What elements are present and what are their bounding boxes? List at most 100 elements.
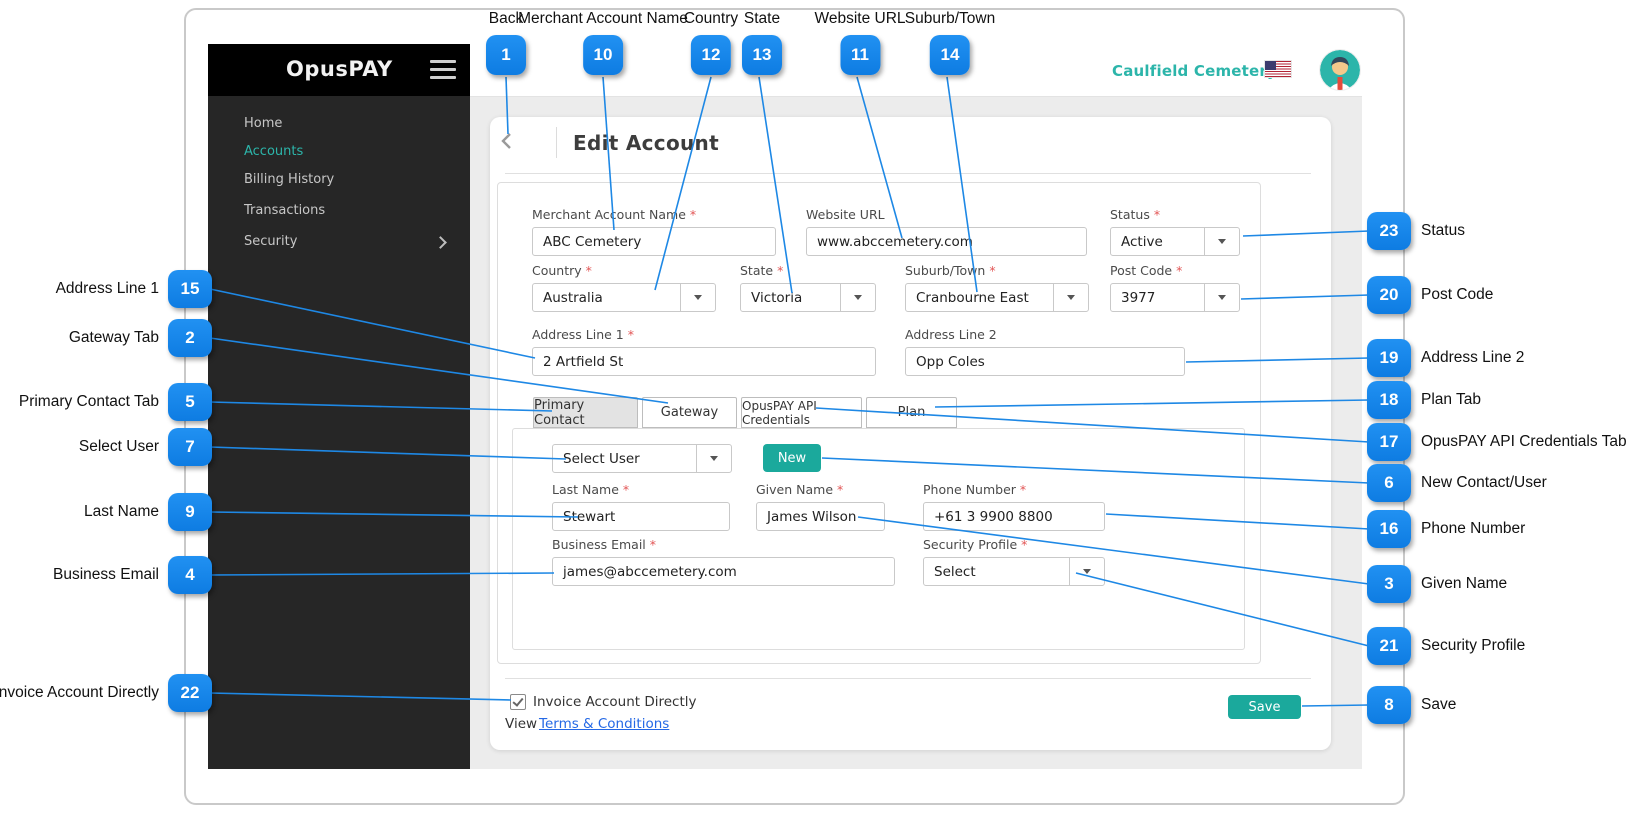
callout-address-line-1: Address Line 1 15 — [56, 270, 212, 308]
given-name-input[interactable]: James Wilson — [756, 502, 885, 531]
address-line-2-field: Address Line 2 Opp Coles — [905, 327, 1185, 376]
tab-api-credentials[interactable]: OpusPAY API Credentials — [741, 397, 862, 428]
user-avatar[interactable] — [1320, 50, 1360, 90]
invoice-directly-checkbox[interactable] — [510, 694, 526, 710]
callout-save: 8 Save — [1367, 686, 1456, 724]
callout-badge-2: 2 — [168, 319, 212, 357]
business-email-input[interactable]: james@abccemetery.com — [552, 557, 895, 586]
suburb-town-field: Suburb/Town* Cranbourne East — [905, 263, 1089, 312]
check-icon — [512, 695, 523, 707]
merchant-account-name-input[interactable]: ABC Cemetery — [532, 227, 776, 256]
post-code-select[interactable]: 3977 — [1110, 283, 1240, 312]
required-asterisk: * — [623, 482, 629, 497]
tab-gateway[interactable]: Gateway — [642, 397, 737, 428]
dropdown-arrow-icon[interactable] — [680, 284, 715, 311]
view-text: View — [505, 716, 537, 732]
sidebar-item-security[interactable]: Security — [244, 234, 444, 252]
callout-badge-9: 9 — [168, 493, 212, 531]
dropdown-arrow-icon[interactable] — [696, 445, 731, 472]
callout-badge-7: 7 — [168, 428, 212, 466]
back-button[interactable] — [499, 131, 517, 151]
title-divider — [556, 127, 557, 158]
last-name-field: Last Name* Stewart — [552, 482, 730, 531]
last-name-input[interactable]: Stewart — [552, 502, 730, 531]
callout-website-url: Website URL 11 — [814, 10, 905, 75]
sidebar-item-billing-history[interactable]: Billing History — [244, 172, 444, 190]
required-asterisk: * — [690, 207, 696, 222]
callout-badge-16: 16 — [1367, 510, 1411, 548]
required-asterisk: * — [777, 263, 783, 278]
required-asterisk: * — [989, 263, 995, 278]
required-asterisk: * — [628, 327, 634, 342]
callout-security-profile: 21 Security Profile — [1367, 627, 1525, 665]
callout-badge-10: 10 — [583, 35, 623, 75]
callout-status: 23 Status — [1367, 212, 1465, 250]
address-line-1-input[interactable]: 2 Artfield St — [532, 347, 876, 376]
invoice-directly-label: Invoice Account Directly — [533, 694, 697, 710]
address-line-1-field: Address Line 1* 2 Artfield St — [532, 327, 876, 376]
callout-badge-18: 18 — [1367, 381, 1411, 419]
status-field: Status* Active — [1110, 207, 1240, 256]
given-name-field: Given Name* James Wilson — [756, 482, 885, 531]
required-asterisk: * — [1176, 263, 1182, 278]
dropdown-arrow-icon[interactable] — [840, 284, 875, 311]
page-title: Edit Account — [573, 131, 719, 155]
required-asterisk: * — [650, 537, 656, 552]
hamburger-menu-icon[interactable] — [430, 60, 456, 79]
state-field: State* Victoria — [740, 263, 876, 312]
callout-badge-4: 4 — [168, 556, 212, 594]
phone-number-field: Phone Number* +61 3 9900 8800 — [923, 482, 1105, 531]
dropdown-arrow-icon[interactable] — [1069, 558, 1104, 585]
state-select[interactable]: Victoria — [740, 283, 876, 312]
required-asterisk: * — [837, 482, 843, 497]
callout-plan-tab: 18 Plan Tab — [1367, 381, 1481, 419]
callout-badge-13: 13 — [742, 35, 782, 75]
callout-badge-15: 15 — [168, 270, 212, 308]
save-button[interactable]: Save — [1228, 695, 1301, 719]
security-profile-field: Security Profile* Select — [923, 537, 1105, 586]
callout-phone-number: 16 Phone Number — [1367, 510, 1525, 548]
callout-invoice-account-directly: Invoice Account Directly 22 — [0, 674, 212, 712]
callout-badge-11: 11 — [840, 35, 880, 75]
callout-badge-22: 22 — [168, 674, 212, 712]
dropdown-arrow-icon[interactable] — [1053, 284, 1088, 311]
select-user-dropdown[interactable]: Select User — [552, 444, 732, 473]
sidebar-item-home[interactable]: Home — [244, 116, 444, 134]
callout-api-credentials-tab: 17 OpusPAY API Credentials Tab — [1367, 423, 1627, 461]
callout-country: Country 12 — [684, 10, 738, 75]
callout-post-code: 20 Post Code — [1367, 276, 1493, 314]
callout-address-line-2: 19 Address Line 2 — [1367, 339, 1524, 377]
callout-gateway-tab: Gateway Tab 2 — [69, 319, 212, 357]
required-asterisk: * — [1020, 482, 1026, 497]
callout-new-contact-user: 6 New Contact/User — [1367, 464, 1547, 502]
new-button[interactable]: New — [763, 444, 821, 472]
phone-number-input[interactable]: +61 3 9900 8800 — [923, 502, 1105, 531]
country-field: Country* Australia — [532, 263, 716, 312]
callout-badge-5: 5 — [168, 383, 212, 421]
callout-primary-contact-tab: Primary Contact Tab 5 — [19, 383, 212, 421]
annotated-screenshot: OpusPAY Home Accounts Billing History Tr… — [0, 0, 1640, 814]
tab-primary-contact[interactable]: Primary Contact — [533, 397, 638, 428]
sidebar-item-transactions[interactable]: Transactions — [244, 203, 444, 221]
website-url-input[interactable]: www.abccemetery.com — [806, 227, 1087, 256]
country-select[interactable]: Australia — [532, 283, 716, 312]
required-asterisk: * — [1154, 207, 1160, 222]
callout-badge-6: 6 — [1367, 464, 1411, 502]
tab-plan[interactable]: Plan — [866, 397, 957, 428]
select-user-field: Select User — [552, 444, 732, 473]
callout-badge-14: 14 — [930, 35, 970, 75]
callout-badge-3: 3 — [1367, 565, 1411, 603]
dropdown-arrow-icon[interactable] — [1204, 228, 1239, 255]
terms-and-conditions-link[interactable]: Terms & Conditions — [539, 716, 669, 732]
status-select[interactable]: Active — [1110, 227, 1240, 256]
security-profile-select[interactable]: Select — [923, 557, 1105, 586]
required-asterisk: * — [1021, 537, 1027, 552]
dropdown-arrow-icon[interactable] — [1204, 284, 1239, 311]
sidebar-item-accounts[interactable]: Accounts — [244, 144, 444, 162]
post-code-field: Post Code* 3977 — [1110, 263, 1240, 312]
callout-business-email: Business Email 4 — [53, 556, 212, 594]
callout-badge-12: 12 — [691, 35, 731, 75]
suburb-town-select[interactable]: Cranbourne East — [905, 283, 1089, 312]
callout-badge-17: 17 — [1367, 423, 1411, 461]
address-line-2-input[interactable]: Opp Coles — [905, 347, 1185, 376]
